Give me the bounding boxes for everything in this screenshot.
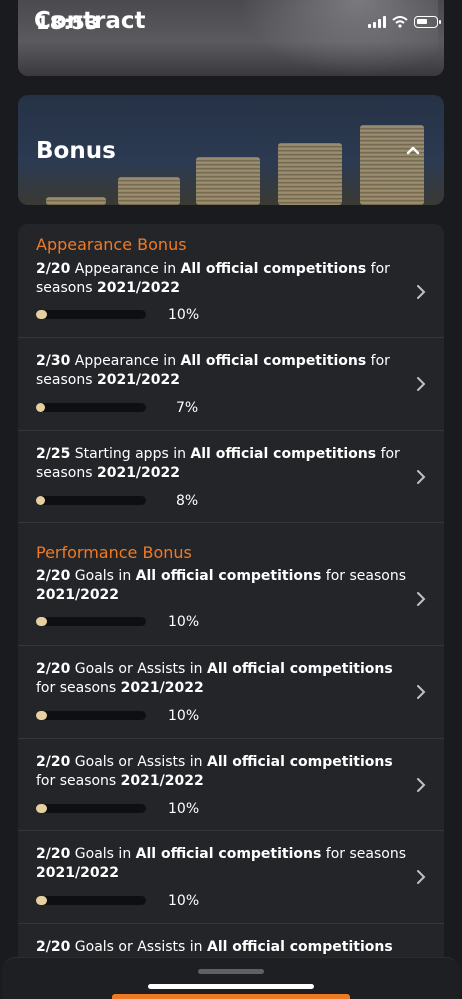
progress-percent: 10% <box>168 307 200 323</box>
chevron-right-icon <box>417 377 426 391</box>
chevron-right-icon <box>417 685 426 699</box>
item-description: 2/20 Goals or Assists in All official co… <box>36 661 393 696</box>
progress-fill <box>36 804 47 813</box>
wifi-icon <box>392 16 408 28</box>
divider <box>18 738 444 739</box>
progress-bar <box>36 804 146 813</box>
progress-fill <box>36 496 45 505</box>
progress-bar <box>36 617 146 626</box>
chevron-right-icon <box>417 592 426 606</box>
progress-bar <box>36 403 146 412</box>
item-description: 2/20 Goals in All official competitions … <box>36 846 406 881</box>
home-indicator <box>148 984 314 989</box>
chevron-right-icon <box>417 778 426 792</box>
signal-icon <box>368 16 386 28</box>
divider <box>18 923 444 924</box>
progress-percent: 10% <box>168 708 200 724</box>
progress-bar <box>36 711 146 720</box>
divider <box>18 645 444 646</box>
progress-fill <box>36 403 45 412</box>
bonus-header[interactable]: Bonus <box>18 95 444 205</box>
chevron-up-icon[interactable] <box>406 143 420 157</box>
chevron-right-icon <box>417 285 426 299</box>
progress-fill <box>36 711 47 720</box>
section-title-performance: Performance Bonus <box>36 543 192 562</box>
section-title-appearance: Appearance Bonus <box>36 235 187 254</box>
progress-percent: 10% <box>168 893 200 909</box>
page-title: Contract <box>34 8 146 34</box>
progress-percent: 7% <box>176 400 199 416</box>
divider <box>18 522 444 523</box>
chevron-right-icon <box>417 870 426 884</box>
battery-icon <box>414 16 441 28</box>
progress-bar <box>36 496 146 505</box>
progress-percent: 8% <box>176 493 199 509</box>
progress-fill <box>36 617 47 626</box>
progress-bar <box>36 310 146 319</box>
item-description: 2/20 Goals in All official competitions … <box>36 568 406 603</box>
bonus-title: Bonus <box>36 138 116 164</box>
divider <box>18 430 444 431</box>
tab-indicator <box>112 994 350 999</box>
divider <box>18 830 444 831</box>
divider <box>18 337 444 338</box>
chevron-right-icon <box>417 470 426 484</box>
progress-fill <box>36 310 47 319</box>
bottom-sheet[interactable] <box>2 957 460 999</box>
item-description: 2/30 Appearance in All official competit… <box>36 353 390 388</box>
progress-fill <box>36 896 47 905</box>
bonus-list: Appearance Bonus 2/20 Appearance in All … <box>18 224 444 999</box>
status-icons <box>368 16 441 28</box>
sheet-grabber[interactable] <box>198 969 264 974</box>
item-description: 2/20 Goals or Assists in All official co… <box>36 754 393 789</box>
item-description: 2/20 Appearance in All official competit… <box>36 261 390 296</box>
progress-percent: 10% <box>168 614 200 630</box>
item-description: 2/25 Starting apps in All official compe… <box>36 446 400 481</box>
progress-percent: 10% <box>168 801 200 817</box>
progress-bar <box>36 896 146 905</box>
